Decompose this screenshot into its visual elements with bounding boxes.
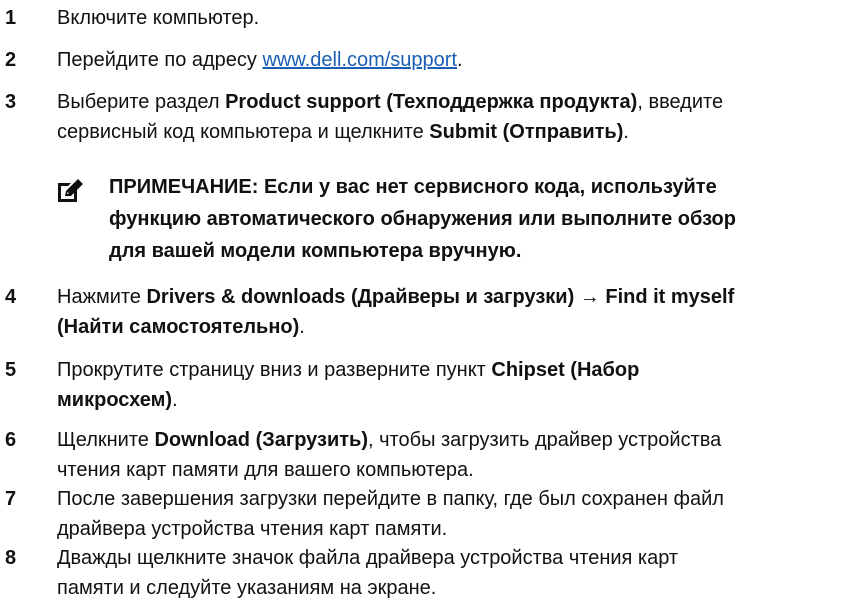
step-text: После завершения загрузки перейдите в па…: [57, 488, 724, 540]
step-text: Прокрутите страницу вниз и разверните пу…: [57, 359, 640, 411]
step-text: Выберите раздел Product support (Техподд…: [57, 91, 724, 143]
chipset-label: Chipset (Набор: [491, 359, 640, 381]
step-text: Включите компьютер.: [57, 7, 260, 29]
find-it-myself-label: Find it myself: [605, 286, 735, 308]
step-text: Дважды щелкните значок файла драйвера ус…: [57, 547, 679, 599]
step-number: 3: [5, 91, 17, 113]
step-text: Нажмите Drivers & downloads (Драйверы и …: [57, 286, 735, 338]
download-label: Download (Загрузить): [154, 429, 369, 451]
step-number: 4: [5, 286, 17, 308]
step-number: 5: [5, 359, 17, 381]
drivers-downloads-label: Drivers & downloads (Драйверы и загрузки…: [146, 286, 575, 308]
submit-label: Submit (Отправить): [429, 121, 624, 143]
dell-support-link[interactable]: www.dell.com/support: [262, 49, 457, 71]
step-number: 1: [5, 7, 17, 29]
note-text: ПРИМЕЧАНИЕ: Если у вас нет сервисного ко…: [109, 176, 736, 262]
pencil-note-icon: [58, 179, 83, 202]
step-number: 7: [5, 488, 17, 510]
step-number: 2: [5, 49, 17, 71]
product-support-label: Product support (Техподдержка продукта): [225, 91, 638, 113]
step-number: 8: [5, 547, 17, 569]
step-text: Перейдите по адресу www.dell.com/support…: [57, 49, 463, 71]
step-text: Щелкните Download (Загрузить), чтобы заг…: [57, 429, 722, 481]
step-number: 6: [5, 429, 17, 451]
instructions-page: 1 Включите компьютер. 2 Перейдите по адр…: [0, 0, 867, 599]
